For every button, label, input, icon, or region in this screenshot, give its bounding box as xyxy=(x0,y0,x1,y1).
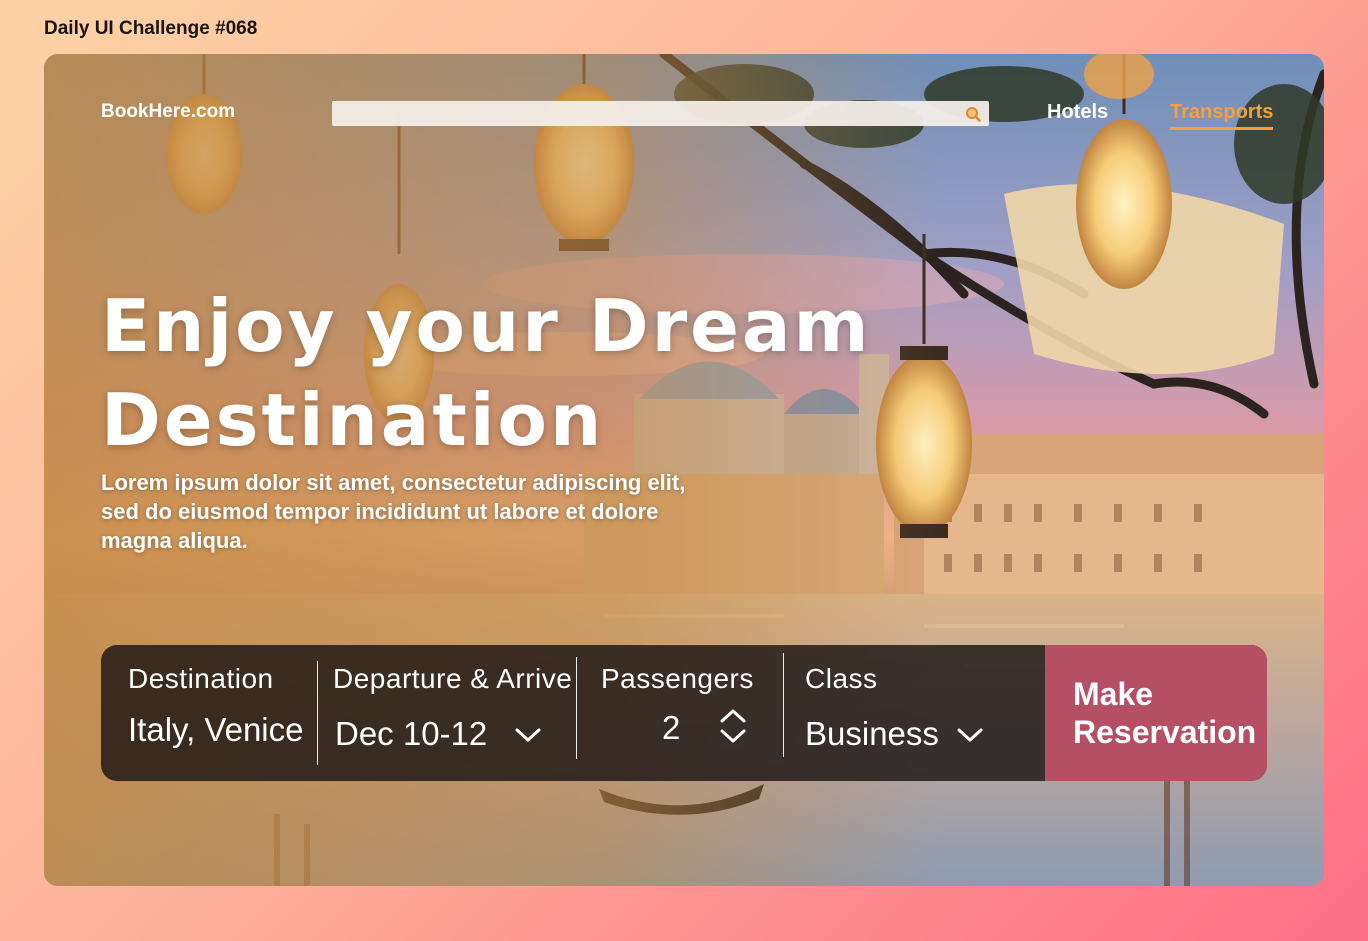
dates-field[interactable]: Departure & Arrive Dec 10-12 xyxy=(333,645,578,781)
divider xyxy=(317,661,318,765)
hero-title: Enjoy your Dream Destination xyxy=(101,279,872,467)
class-field[interactable]: Class Business xyxy=(805,645,1045,781)
divider xyxy=(783,653,784,757)
destination-label: Destination xyxy=(128,663,274,694)
up-down-stepper-icon[interactable] xyxy=(718,708,748,744)
nav-transports[interactable]: Transports xyxy=(1170,101,1274,130)
class-label: Class xyxy=(805,663,878,694)
reserve-label-line-2: Reservation xyxy=(1073,714,1257,750)
site-logo[interactable]: BookHere.com xyxy=(101,101,235,123)
destination-value[interactable]: Italy, Venice xyxy=(128,711,304,749)
search-bar[interactable] xyxy=(332,101,989,126)
destination-field[interactable]: Destination Italy, Venice xyxy=(128,645,313,781)
passengers-value[interactable]: 2 xyxy=(662,709,680,747)
booking-page-card: BookHere.com Hotels Transports Enjoy you… xyxy=(44,54,1324,886)
hero-title-line-2: Destination xyxy=(101,378,605,462)
divider xyxy=(576,657,577,759)
search-input[interactable] xyxy=(332,101,952,126)
chevron-down-icon[interactable] xyxy=(955,725,985,745)
make-reservation-button[interactable]: Make Reservation xyxy=(1045,645,1267,781)
chevron-down-icon[interactable] xyxy=(513,725,543,745)
class-value[interactable]: Business xyxy=(805,715,939,753)
passengers-field[interactable]: Passengers 2 xyxy=(601,645,781,781)
search-icon[interactable] xyxy=(965,106,981,122)
dates-value[interactable]: Dec 10-12 xyxy=(335,715,487,753)
challenge-title: Daily UI Challenge #068 xyxy=(44,18,258,39)
hero-subtitle-line-1: Lorem ipsum dolor sit amet, consectetur … xyxy=(101,470,686,495)
top-navigation: BookHere.com Hotels Transports xyxy=(44,54,1324,174)
reserve-label-line-1: Make xyxy=(1073,676,1154,712)
passengers-label: Passengers xyxy=(601,663,754,694)
hero-subtitle: Lorem ipsum dolor sit amet, consectetur … xyxy=(101,468,781,555)
dates-label: Departure & Arrive xyxy=(333,663,573,694)
booking-form: Destination Italy, Venice Departure & Ar… xyxy=(101,645,1267,781)
hero-subtitle-line-3: magna aliqua. xyxy=(101,528,248,553)
nav-hotels[interactable]: Hotels xyxy=(1047,101,1108,124)
hero-title-line-1: Enjoy your Dream xyxy=(101,284,872,368)
hero-subtitle-line-2: sed do eiusmod tempor incididunt ut labo… xyxy=(101,499,659,524)
